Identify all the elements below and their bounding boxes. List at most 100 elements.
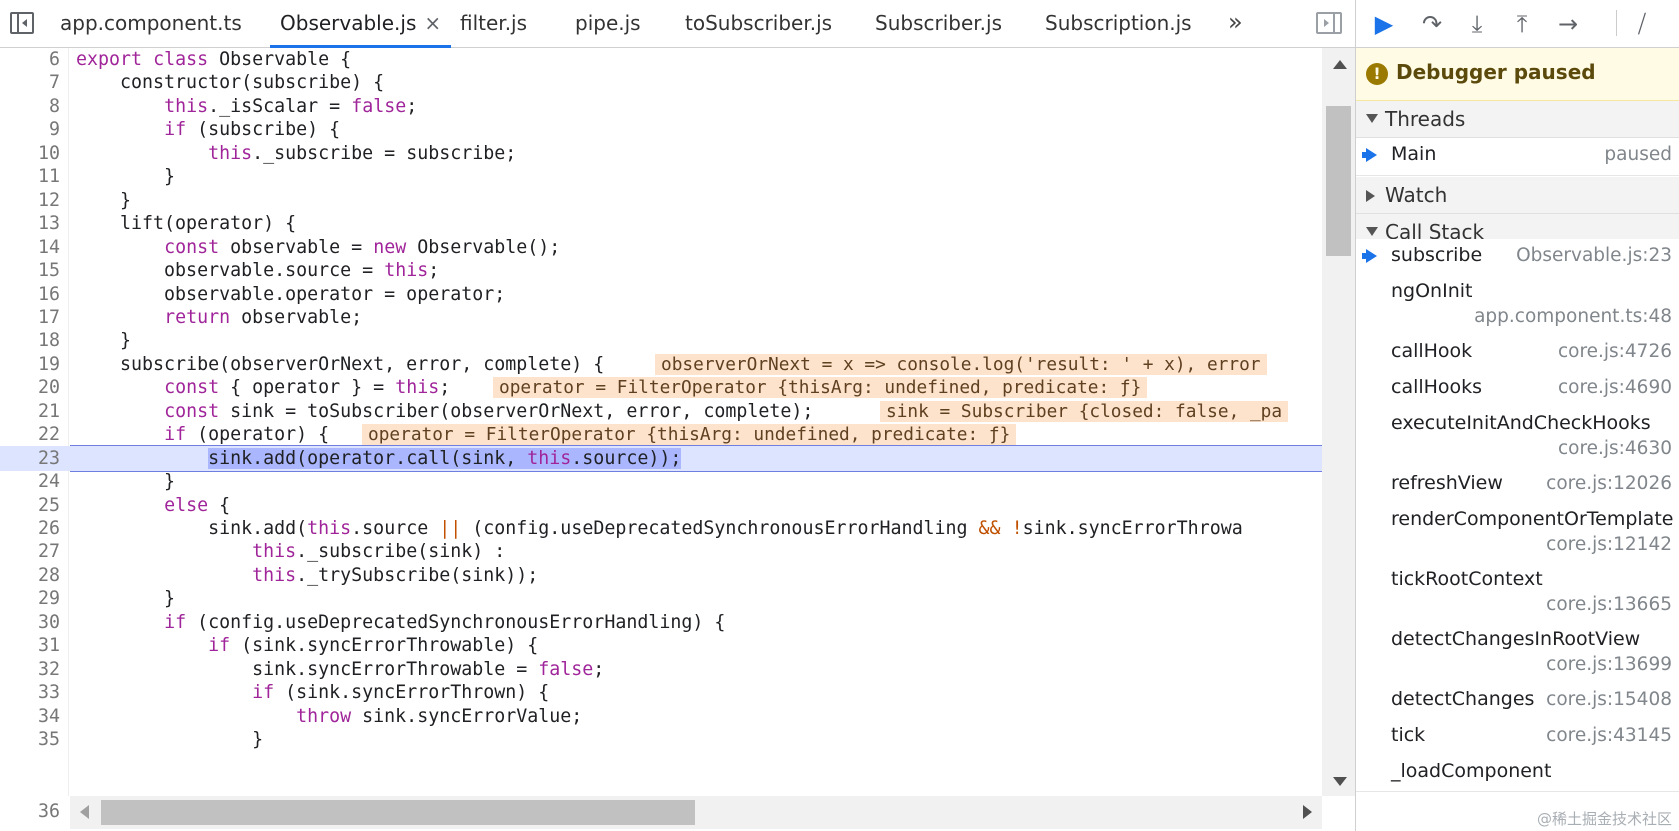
deactivate-breakpoints-button[interactable]: ⧸ xyxy=(1624,7,1660,41)
code-line[interactable]: 24 } xyxy=(0,469,1322,494)
code-line[interactable]: 12 } xyxy=(0,188,1322,213)
code-line[interactable]: 22 if (operator) {operator = FilterOpera… xyxy=(0,422,1322,447)
call-frame[interactable]: subscribe Observable.js:23 xyxy=(1356,239,1679,276)
close-icon[interactable]: × xyxy=(424,11,441,35)
line-number[interactable]: 33 xyxy=(0,680,60,705)
line-number[interactable]: 22 xyxy=(0,422,60,447)
line-number[interactable]: 35 xyxy=(0,727,60,752)
line-number[interactable]: 31 xyxy=(0,633,60,658)
toggle-debugger-icon[interactable] xyxy=(1316,12,1342,34)
line-number[interactable]: 18 xyxy=(0,328,60,353)
tab-tosubscriber-js[interactable]: toSubscriber.js xyxy=(675,0,842,47)
code-line[interactable]: 14 const observable = new Observable(); xyxy=(0,235,1322,260)
code-line[interactable]: 28 this._trySubscribe(sink)); xyxy=(0,563,1322,588)
line-number[interactable]: 27 xyxy=(0,539,60,564)
vertical-scroll-thumb[interactable] xyxy=(1326,106,1351,256)
code-line[interactable]: 34 throw sink.syncErrorValue; xyxy=(0,704,1322,729)
step-button[interactable]: → xyxy=(1550,7,1586,41)
line-number[interactable]: 25 xyxy=(0,493,60,518)
step-over-button[interactable]: ↷ xyxy=(1414,7,1450,41)
line-number[interactable]: 12 xyxy=(0,188,60,213)
code-line[interactable]: 9 if (subscribe) { xyxy=(0,117,1322,142)
tab-filter-js[interactable]: filter.js xyxy=(450,0,537,47)
call-frame[interactable]: tickRootContext core.js:13665 xyxy=(1356,563,1679,624)
scroll-left-icon[interactable] xyxy=(80,805,89,819)
toggle-navigator-icon[interactable] xyxy=(10,12,34,34)
line-number[interactable]: 6 xyxy=(0,48,60,72)
call-frame[interactable]: renderComponentOrTemplate core.js:12142 xyxy=(1356,503,1679,564)
line-number[interactable]: 26 xyxy=(0,516,60,541)
line-number[interactable]: 7 xyxy=(0,70,60,95)
line-number[interactable]: 29 xyxy=(0,586,60,611)
more-tabs-icon[interactable]: » xyxy=(1228,8,1243,36)
code-line[interactable]: 10 this._subscribe = subscribe; xyxy=(0,141,1322,166)
line-number[interactable]: 21 xyxy=(0,399,60,424)
call-frame[interactable]: detectChanges core.js:15408 xyxy=(1356,683,1679,720)
code-line[interactable]: 11 } xyxy=(0,164,1322,189)
code-line[interactable]: 33 if (sink.syncErrorThrown) { xyxy=(0,680,1322,705)
call-frame[interactable]: detectChangesInRootView core.js:13699 xyxy=(1356,623,1679,684)
current-execution-line[interactable]: 23 sink.add(operator.call(sink, this.sou… xyxy=(0,444,1322,472)
line-number[interactable]: 11 xyxy=(0,164,60,189)
code-line[interactable]: 13 lift(operator) { xyxy=(0,211,1322,236)
step-into-button[interactable]: ⤓ xyxy=(1459,7,1495,41)
tab-observable-js[interactable]: Observable.js × xyxy=(270,0,452,48)
code-line[interactable]: 18 } xyxy=(0,328,1322,353)
line-number[interactable]: 28 xyxy=(0,563,60,588)
code-line[interactable]: 29 } xyxy=(0,586,1322,611)
tab-subscription-js[interactable]: Subscription.js xyxy=(1035,0,1202,47)
tab-app-component-ts[interactable]: app.component.ts xyxy=(50,0,252,47)
call-frame[interactable]: callHooks core.js:4690 xyxy=(1356,371,1679,408)
line-number[interactable]: 8 xyxy=(0,94,60,119)
code-line[interactable]: 26 sink.add(this.source || (config.useDe… xyxy=(0,516,1322,541)
code-line[interactable]: 31 if (sink.syncErrorThrowable) { xyxy=(0,633,1322,658)
line-number[interactable]: 34 xyxy=(0,704,60,729)
call-frame[interactable]: _loadComponent xyxy=(1356,755,1679,792)
watch-section-header[interactable]: Watch xyxy=(1356,177,1679,214)
tab-pipe-js[interactable]: pipe.js xyxy=(565,0,651,47)
code-line[interactable]: 16 observable.operator = operator; xyxy=(0,282,1322,307)
tab-subscriber-js[interactable]: Subscriber.js xyxy=(865,0,1012,47)
code-line[interactable]: 30 if (config.useDeprecatedSynchronousEr… xyxy=(0,610,1322,635)
call-frame[interactable]: refreshView core.js:12026 xyxy=(1356,467,1679,504)
code-line[interactable]: 19 subscribe(observerOrNext, error, comp… xyxy=(0,352,1322,377)
vertical-scrollbar[interactable] xyxy=(1322,48,1355,796)
line-number[interactable]: 16 xyxy=(0,282,60,307)
thread-main[interactable]: Main paused xyxy=(1356,138,1679,176)
scroll-right-icon[interactable] xyxy=(1303,805,1312,819)
scroll-up-icon[interactable] xyxy=(1333,60,1347,69)
code-line[interactable]: 27 this._subscribe(sink) : xyxy=(0,539,1322,564)
line-number[interactable]: 10 xyxy=(0,141,60,166)
line-number[interactable]: 14 xyxy=(0,235,60,260)
line-number[interactable]: 32 xyxy=(0,657,60,682)
line-number[interactable]: 15 xyxy=(0,258,60,283)
line-number[interactable]: 17 xyxy=(0,305,60,330)
code-line[interactable]: 8 this._isScalar = false; xyxy=(0,94,1322,119)
call-frame[interactable]: tick core.js:43145 xyxy=(1356,719,1679,756)
code-line[interactable]: 21 const sink = toSubscriber(observerOrN… xyxy=(0,399,1322,424)
horizontal-scroll-thumb[interactable] xyxy=(101,800,695,825)
line-number[interactable]: 23 xyxy=(0,446,60,471)
scroll-down-icon[interactable] xyxy=(1333,777,1347,786)
line-number[interactable]: 24 xyxy=(0,469,60,494)
line-number[interactable]: 20 xyxy=(0,375,60,400)
line-number[interactable]: 9 xyxy=(0,117,60,142)
code-editor[interactable]: 6 export class Observable {7 constructor(… xyxy=(0,48,1322,796)
code-line[interactable]: 15 observable.source = this; xyxy=(0,258,1322,283)
code-line[interactable]: 25 else { xyxy=(0,493,1322,518)
call-frame[interactable]: ngOnInit app.component.ts:48 xyxy=(1356,275,1679,336)
line-number[interactable]: 19 xyxy=(0,352,60,377)
code-line[interactable]: 7 constructor(subscribe) { xyxy=(0,70,1322,95)
call-frame[interactable]: executeInitAndCheckHooks core.js:4630 xyxy=(1356,407,1679,468)
horizontal-scrollbar[interactable] xyxy=(70,796,1322,829)
code-line[interactable]: 6 export class Observable { xyxy=(0,48,1322,72)
code-line[interactable]: 35 } xyxy=(0,727,1322,752)
threads-section-header[interactable]: Threads xyxy=(1356,101,1679,138)
code-line[interactable]: 17 return observable; xyxy=(0,305,1322,330)
code-line[interactable]: 32 sink.syncErrorThrowable = false; xyxy=(0,657,1322,682)
code-line[interactable]: 20 const { operator } = this; operator = … xyxy=(0,375,1322,400)
line-number[interactable]: 13 xyxy=(0,211,60,236)
line-number[interactable]: 30 xyxy=(0,610,60,635)
resume-button[interactable]: ▶ xyxy=(1366,7,1402,41)
call-frame[interactable]: callHook core.js:4726 xyxy=(1356,335,1679,372)
